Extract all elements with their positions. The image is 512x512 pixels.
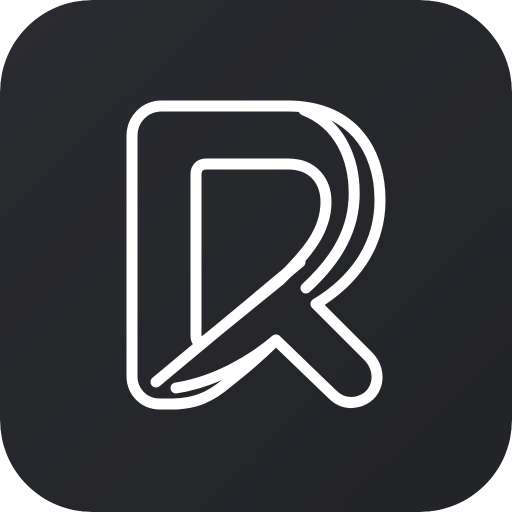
r-logo-icon xyxy=(0,0,512,512)
icon-background xyxy=(0,0,512,512)
app-icon xyxy=(0,0,512,512)
